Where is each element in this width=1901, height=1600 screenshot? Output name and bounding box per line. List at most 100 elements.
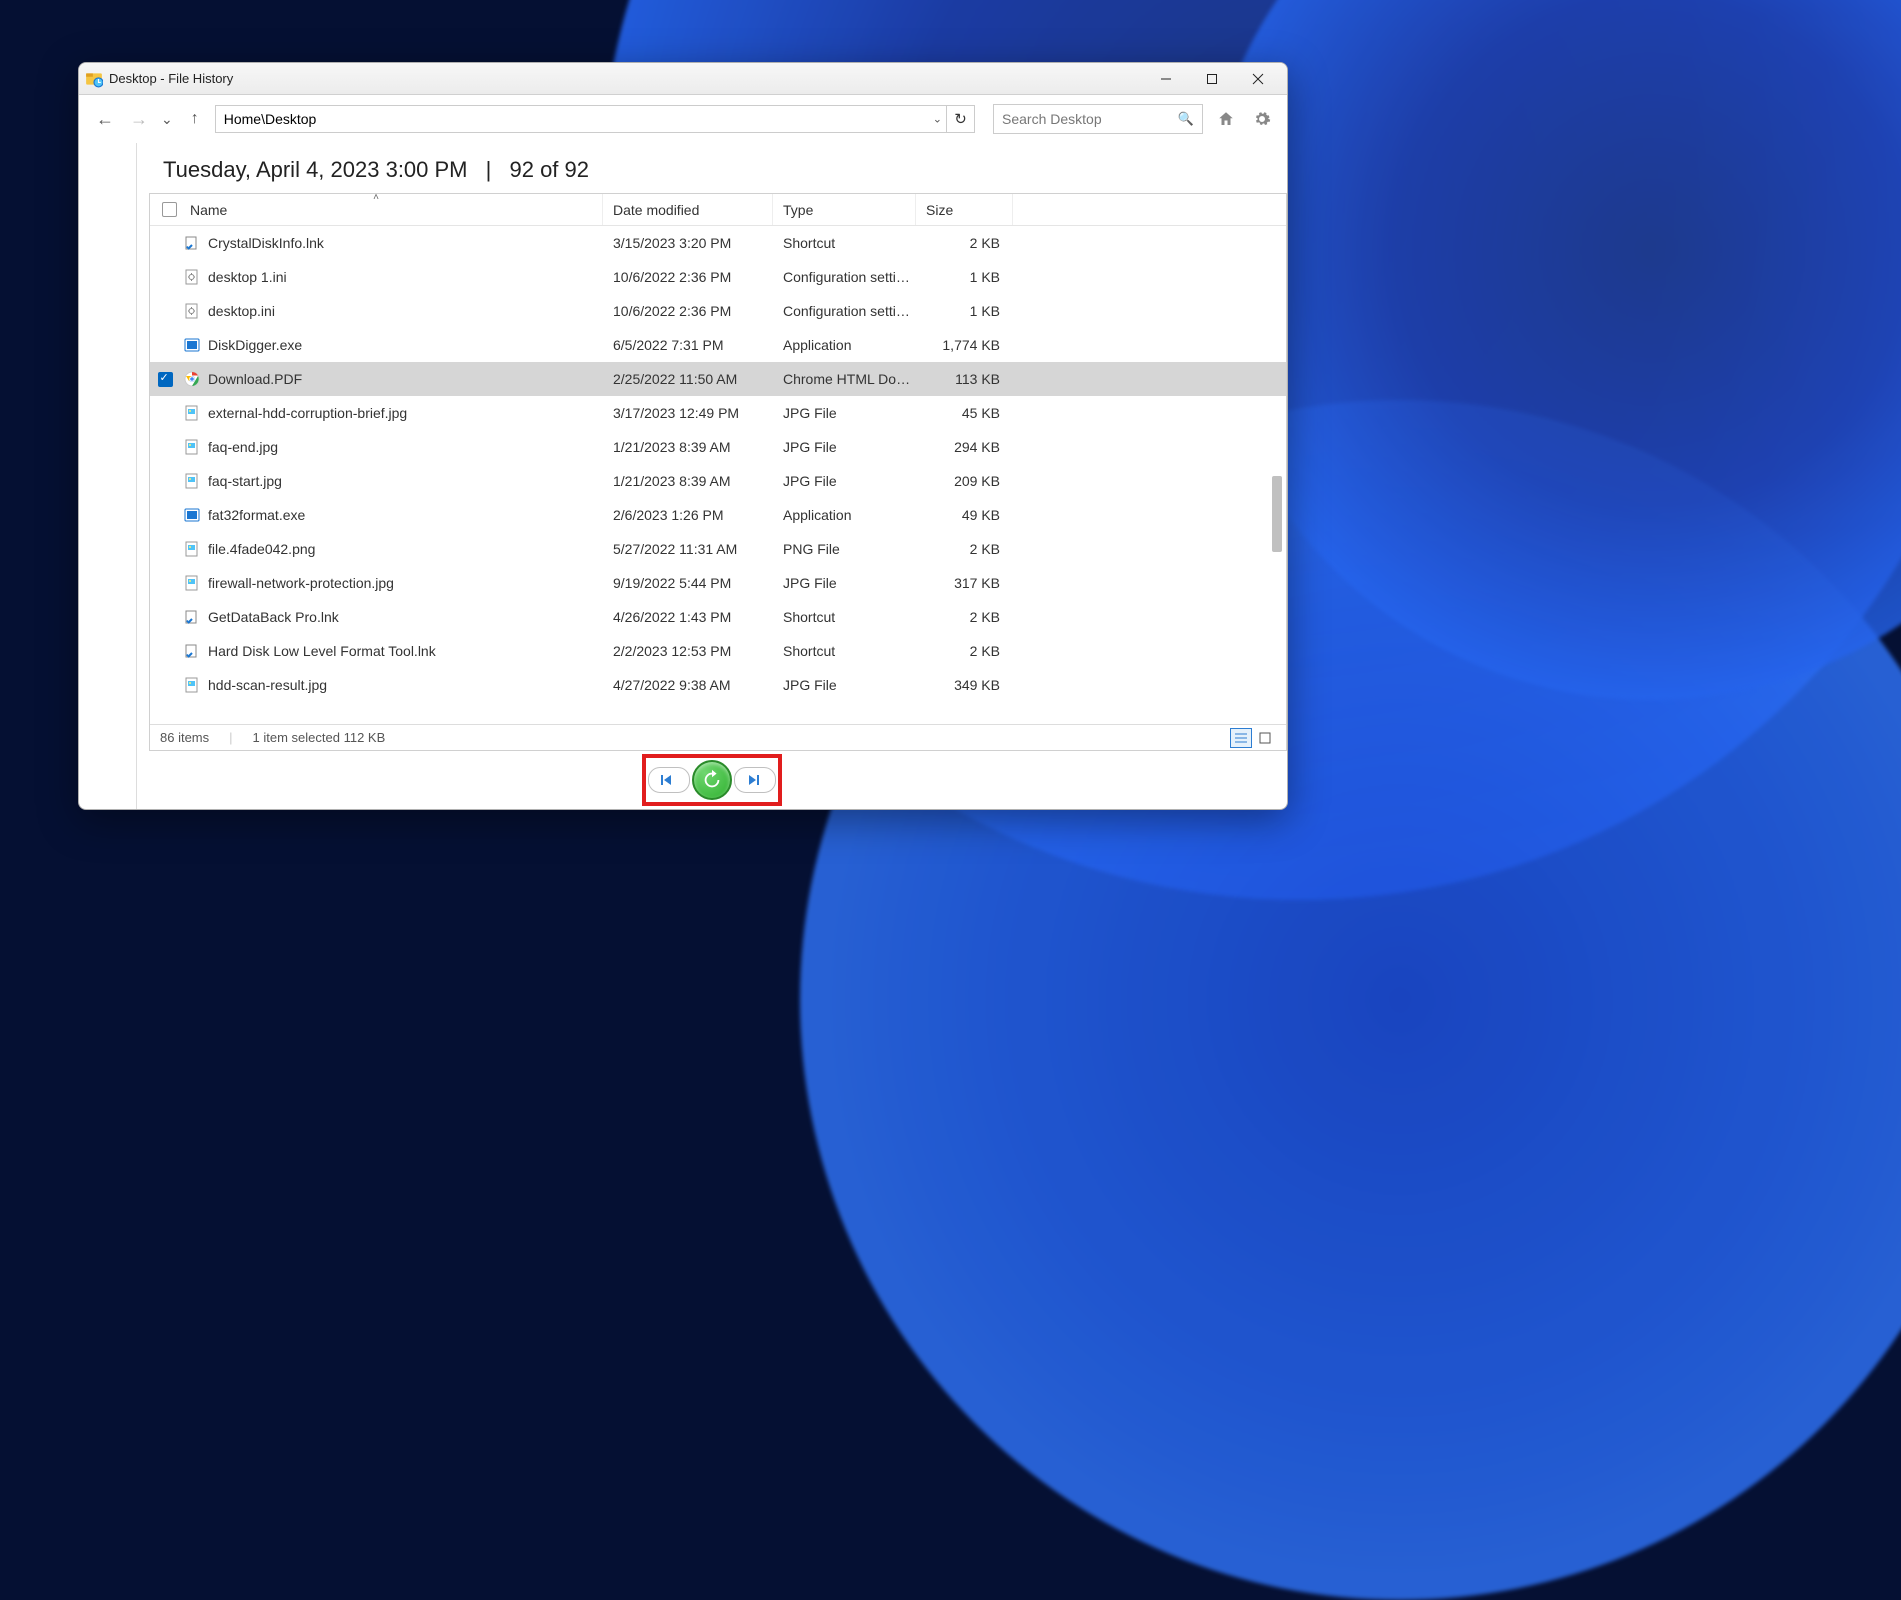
- table-row[interactable]: Hard Disk Low Level Format Tool.lnk2/2/2…: [150, 634, 1286, 668]
- file-icon: [180, 235, 204, 251]
- file-name: firewall-network-protection.jpg: [204, 575, 603, 591]
- control-highlight: [642, 754, 782, 806]
- search-icon: 🔍: [1178, 111, 1194, 127]
- table-row[interactable]: file.4fade042.png5/27/2022 11:31 AMPNG F…: [150, 532, 1286, 566]
- address-bar[interactable]: Home\Desktop ⌄: [215, 105, 947, 133]
- file-type: Shortcut: [773, 609, 916, 625]
- file-icon: [180, 575, 204, 591]
- window-title: Desktop - File History: [109, 71, 233, 86]
- status-selected-info: 1 item selected 112 KB: [253, 730, 386, 745]
- file-type: PNG File: [773, 541, 916, 557]
- file-size: 349 KB: [916, 677, 1006, 693]
- file-icon: [180, 269, 204, 285]
- search-input[interactable]: Search Desktop 🔍: [993, 104, 1203, 134]
- table-row[interactable]: DiskDigger.exe6/5/2022 7:31 PMApplicatio…: [150, 328, 1286, 362]
- statusbar: 86 items | 1 item selected 112 KB: [150, 724, 1286, 750]
- view-details-button[interactable]: [1230, 728, 1252, 748]
- previous-version-button[interactable]: [648, 767, 690, 793]
- file-type: JPG File: [773, 439, 916, 455]
- up-button[interactable]: ↑: [181, 105, 209, 133]
- file-icon: [180, 609, 204, 625]
- file-name: DiskDigger.exe: [204, 337, 603, 353]
- file-date: 3/17/2023 12:49 PM: [603, 405, 773, 421]
- file-list: Name ˄ Date modified Type Size CrystalDi…: [149, 193, 1287, 751]
- table-row[interactable]: hdd-scan-result.jpg4/27/2022 9:38 AMJPG …: [150, 668, 1286, 702]
- table-row[interactable]: GetDataBack Pro.lnk4/26/2022 1:43 PMShor…: [150, 600, 1286, 634]
- file-size: 2 KB: [916, 541, 1006, 557]
- restore-button[interactable]: [692, 760, 732, 800]
- table-row[interactable]: desktop.ini10/6/2022 2:36 PMConfiguratio…: [150, 294, 1286, 328]
- file-type: Configuration settings: [773, 269, 916, 285]
- column-header-size[interactable]: Size: [916, 194, 1013, 225]
- file-size: 1 KB: [916, 269, 1006, 285]
- forward-button[interactable]: →: [125, 105, 153, 133]
- file-name: fat32format.exe: [204, 507, 603, 523]
- file-name: GetDataBack Pro.lnk: [204, 609, 603, 625]
- file-icon: [180, 439, 204, 455]
- file-name: external-hdd-corruption-brief.jpg: [204, 405, 603, 421]
- snapshot-timestamp: Tuesday, April 4, 2023 3:00 PM: [163, 157, 468, 182]
- table-row[interactable]: firewall-network-protection.jpg9/19/2022…: [150, 566, 1286, 600]
- table-row[interactable]: faq-start.jpg1/21/2023 8:39 AMJPG File20…: [150, 464, 1286, 498]
- column-header-date[interactable]: Date modified: [603, 194, 773, 225]
- file-icon: [180, 337, 204, 353]
- file-date: 2/2/2023 12:53 PM: [603, 643, 773, 659]
- file-date: 1/21/2023 8:39 AM: [603, 473, 773, 489]
- address-path: Home\Desktop: [224, 111, 317, 127]
- table-row[interactable]: external-hdd-corruption-brief.jpg3/17/20…: [150, 396, 1286, 430]
- file-size: 209 KB: [916, 473, 1006, 489]
- file-size: 2 KB: [916, 609, 1006, 625]
- home-icon[interactable]: [1213, 106, 1239, 132]
- app-icon: [85, 70, 103, 88]
- file-size: 1,774 KB: [916, 337, 1006, 353]
- table-row[interactable]: Download.PDF2/25/2022 11:50 AMChrome HTM…: [150, 362, 1286, 396]
- file-name: desktop 1.ini: [204, 269, 603, 285]
- next-version-button[interactable]: [734, 767, 776, 793]
- file-icon: [180, 371, 204, 387]
- file-date: 2/6/2023 1:26 PM: [603, 507, 773, 523]
- titlebar[interactable]: Desktop - File History: [79, 63, 1287, 95]
- scrollbar[interactable]: [1272, 476, 1282, 552]
- table-row[interactable]: faq-end.jpg1/21/2023 8:39 AMJPG File294 …: [150, 430, 1286, 464]
- refresh-button[interactable]: ↻: [947, 105, 975, 133]
- view-thumbnails-button[interactable]: [1254, 728, 1276, 748]
- file-name: file.4fade042.png: [204, 541, 603, 557]
- file-size: 49 KB: [916, 507, 1006, 523]
- column-header-type[interactable]: Type: [773, 194, 916, 225]
- address-dropdown-icon[interactable]: ⌄: [933, 113, 942, 126]
- table-row[interactable]: desktop 1.ini10/6/2022 2:36 PMConfigurat…: [150, 260, 1286, 294]
- file-date: 6/5/2022 7:31 PM: [603, 337, 773, 353]
- file-icon: [180, 677, 204, 693]
- file-name: CrystalDiskInfo.lnk: [204, 235, 603, 251]
- file-date: 9/19/2022 5:44 PM: [603, 575, 773, 591]
- table-row[interactable]: CrystalDiskInfo.lnk3/15/2023 3:20 PMShor…: [150, 226, 1286, 260]
- gear-icon[interactable]: [1249, 106, 1275, 132]
- file-type: Chrome HTML Docu...: [773, 371, 916, 387]
- file-date: 2/25/2022 11:50 AM: [603, 371, 773, 387]
- snapshot-header: Tuesday, April 4, 2023 3:00 PM | 92 of 9…: [137, 143, 1287, 193]
- back-button[interactable]: ←: [91, 105, 119, 133]
- file-date: 10/6/2022 2:36 PM: [603, 303, 773, 319]
- file-icon: [180, 507, 204, 523]
- file-name: faq-start.jpg: [204, 473, 603, 489]
- file-type: Application: [773, 507, 916, 523]
- file-size: 294 KB: [916, 439, 1006, 455]
- minimize-button[interactable]: [1143, 63, 1189, 95]
- close-button[interactable]: [1235, 63, 1281, 95]
- search-placeholder: Search Desktop: [1002, 111, 1102, 127]
- file-name: faq-end.jpg: [204, 439, 603, 455]
- row-checkbox[interactable]: [158, 372, 173, 387]
- file-size: 45 KB: [916, 405, 1006, 421]
- maximize-button[interactable]: [1189, 63, 1235, 95]
- bottom-controls: [137, 751, 1287, 809]
- file-name: Download.PDF: [204, 371, 603, 387]
- table-row[interactable]: fat32format.exe2/6/2023 1:26 PMApplicati…: [150, 498, 1286, 532]
- file-size: 317 KB: [916, 575, 1006, 591]
- file-size: 113 KB: [916, 371, 1006, 387]
- file-date: 3/15/2023 3:20 PM: [603, 235, 773, 251]
- recent-locations-caret[interactable]: ⌄: [159, 111, 175, 128]
- file-icon: [180, 405, 204, 421]
- left-panel: [79, 143, 137, 809]
- column-header-name[interactable]: Name ˄: [150, 194, 603, 225]
- file-type: JPG File: [773, 473, 916, 489]
